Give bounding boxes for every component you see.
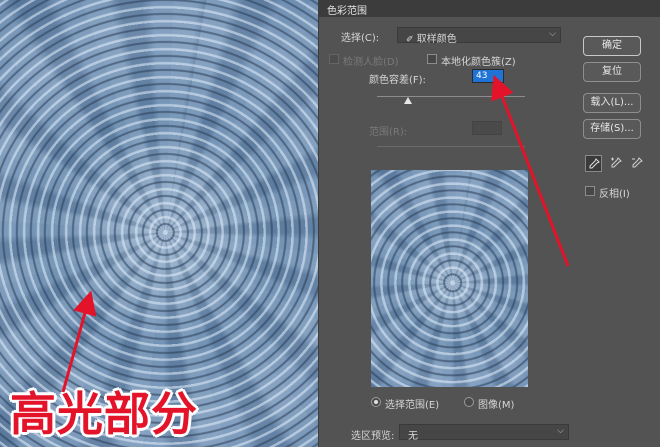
localized-clusters-label: 本地化颜色簇(Z) [441, 57, 516, 68]
eyedropper-icon [589, 158, 600, 169]
image-radio-label: 图像(M) [478, 400, 515, 411]
range-input[interactable] [472, 121, 502, 135]
chevron-down-icon: ⌵ [549, 29, 556, 39]
fuzziness-input[interactable]: 43 [472, 69, 504, 83]
invert-checkbox[interactable] [585, 186, 595, 196]
invert-label: 反相(I) [599, 189, 630, 200]
eyedropper-minus-icon [632, 157, 643, 168]
eyedropper-tool[interactable] [585, 155, 602, 172]
detect-faces-label: 检测人脸(D) [343, 57, 399, 68]
reset-button[interactable]: 复位 [583, 62, 641, 82]
chevron-down-icon: ⌵ [557, 426, 564, 436]
color-range-dialog: 色彩范围 选择(C): ✐ 取样颜色 ⌵ 检测人脸(D) 本地化颜色簇(Z) 颜… [318, 0, 660, 447]
range-label: 范围(R): [369, 127, 408, 138]
load-button[interactable]: 载入(L)... [583, 93, 641, 113]
detect-faces-checkbox[interactable] [329, 54, 339, 64]
select-label: 选择(C): [341, 33, 380, 44]
selection-preview-value: 无 [408, 431, 418, 442]
source-image: 高光部分 [0, 0, 318, 447]
fuzziness-slider-track[interactable] [377, 96, 525, 97]
eyedropper-plus-tool[interactable] [608, 155, 625, 172]
fuzziness-slider-thumb[interactable] [404, 97, 413, 104]
eyedropper-plus-icon [611, 157, 622, 168]
eyedropper-minus-tool[interactable] [629, 155, 646, 172]
dialog-titlebar[interactable]: 色彩范围 [319, 0, 660, 17]
selection-preview-dropdown[interactable]: 无 ⌵ [399, 424, 569, 442]
select-dropdown[interactable]: ✐ 取样颜色 ⌵ [397, 27, 561, 45]
selection-preview-label: 选区预览: [351, 431, 395, 442]
ok-button[interactable]: 确定 [583, 36, 641, 56]
range-slider-track[interactable] [377, 146, 525, 147]
select-value: 取样颜色 [416, 34, 457, 45]
fuzziness-label: 颜色容差(F): [369, 75, 426, 86]
eyedropper-small-icon: ✐ [406, 35, 414, 45]
selection-radio-label: 选择范围(E) [385, 400, 440, 411]
highlight-caption: 高光部分 [10, 387, 198, 441]
selection-radio[interactable] [371, 397, 381, 407]
save-button[interactable]: 存储(S)... [583, 119, 641, 139]
dialog-title: 色彩范围 [327, 6, 367, 17]
image-radio[interactable] [464, 397, 474, 407]
selection-preview-image [371, 170, 528, 387]
localized-clusters-checkbox[interactable] [427, 54, 437, 64]
